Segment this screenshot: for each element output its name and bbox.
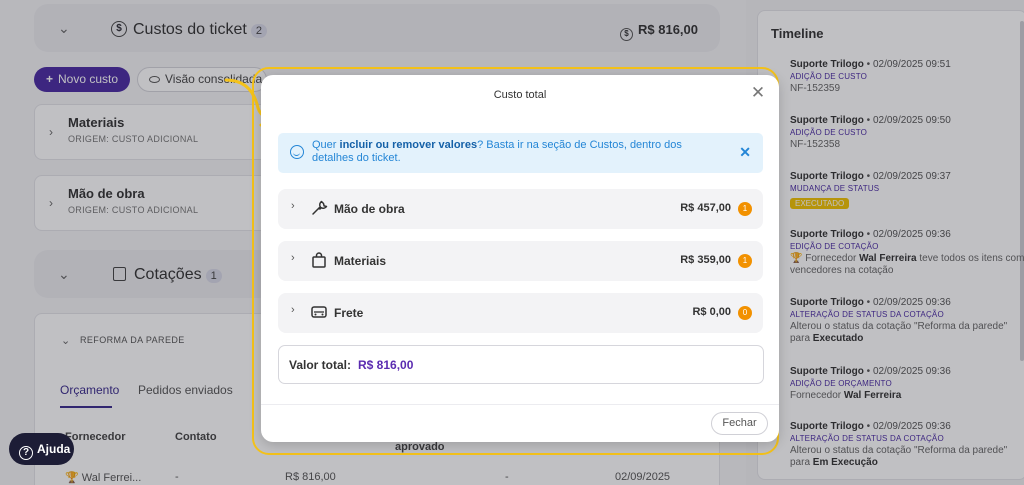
cost-row-name: Materiais xyxy=(334,254,387,268)
total-label: Valor total: xyxy=(289,358,352,372)
cost-row-labor[interactable]: › Mão de obra R$ 457,00 1 xyxy=(278,189,763,229)
cost-row-count-badge: 1 xyxy=(738,254,752,268)
cost-row-materials[interactable]: › Materiais R$ 359,00 1 xyxy=(278,241,763,281)
help-label: Ajuda xyxy=(37,442,71,456)
cost-row-freight[interactable]: › Frete R$ 0,00 0 xyxy=(278,293,763,333)
cost-row-name: Frete xyxy=(334,306,364,320)
question-icon: ? xyxy=(19,446,33,460)
modal-footer-divider xyxy=(261,404,779,405)
dismiss-info-icon[interactable]: ✕ xyxy=(739,144,751,161)
cost-row-count-badge: 0 xyxy=(738,306,752,320)
chevron-right-icon: › xyxy=(291,200,295,212)
chevron-right-icon: › xyxy=(291,304,295,316)
chevron-right-icon: › xyxy=(291,252,295,264)
info-text: Quer incluir ou remover valores? Basta i… xyxy=(312,139,722,165)
cost-row-amount: R$ 359,00 xyxy=(680,254,731,266)
shopping-bag-icon xyxy=(312,252,326,268)
total-value: R$ 816,00 xyxy=(358,358,414,372)
truck-icon xyxy=(311,306,327,318)
total-cost-modal: Custo total ✕ Quer incluir ou remover va… xyxy=(261,75,779,442)
info-banner: Quer incluir ou remover valores? Basta i… xyxy=(278,133,763,173)
total-value-box: Valor total: R$ 816,00 xyxy=(278,345,764,384)
wrench-icon xyxy=(312,200,328,215)
info-text-pre: Quer xyxy=(312,139,340,151)
help-button[interactable]: ? Ajuda xyxy=(9,433,74,465)
cost-row-amount: R$ 457,00 xyxy=(680,202,731,214)
cost-row-count-badge: 1 xyxy=(738,202,752,216)
smile-icon xyxy=(290,145,304,159)
close-icon[interactable]: ✕ xyxy=(749,84,767,102)
info-text-bold: incluir ou remover valores xyxy=(339,139,478,151)
close-button[interactable]: Fechar xyxy=(711,412,768,435)
cost-row-amount: R$ 0,00 xyxy=(692,306,731,318)
modal-title: Custo total xyxy=(493,89,547,101)
cost-row-name: Mão de obra xyxy=(334,202,405,216)
